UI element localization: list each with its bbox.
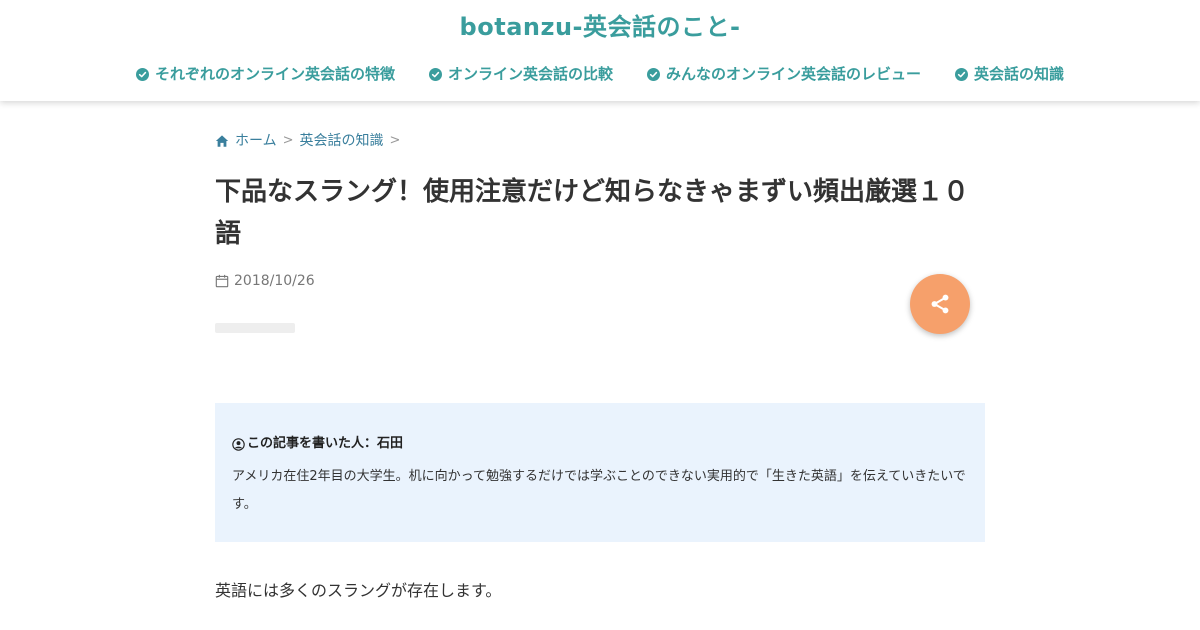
home-icon [215, 135, 229, 147]
nav-item-label: みんなのオンライン英会話のレビュー [666, 65, 922, 83]
global-nav: それぞれのオンライン英会話の特徴 オンライン英会話の比較 みんなのオンライン英会… [0, 63, 1200, 85]
article-title: 下品なスラング！使用注意だけど知らなきゃまずい頻出厳選１０語 [215, 177, 970, 249]
author-description: アメリカ在住2年目の大学生。机に向かって勉強するだけでは学ぶことのできない実用的… [232, 469, 966, 512]
nav-item-label: オンライン英会話の比較 [447, 65, 613, 83]
nav-item-label: 英会話の知識 [974, 65, 1065, 83]
calendar-icon [215, 274, 229, 288]
author-box: この記事を書いた人：石田 アメリカ在住2年目の大学生。机に向かって勉強するだけで… [215, 403, 985, 542]
author-heading: この記事を書いた人：石田 [232, 433, 968, 455]
check-circle-icon [647, 67, 660, 81]
share-icon [931, 294, 949, 314]
check-circle-icon [428, 67, 442, 81]
nav-item-comparison[interactable]: オンライン英会話の比較 [428, 63, 613, 85]
site-header: botanzu-英会話のこと- それぞれのオンライン英会話の特徴 オンライン英会… [0, 0, 1200, 101]
nav-item-reviews[interactable]: みんなのオンライン英会話のレビュー [647, 63, 921, 85]
loading-placeholder-bar [215, 323, 295, 333]
chevron-right-icon: > [389, 133, 401, 148]
chevron-right-icon: > [282, 133, 294, 148]
share-button[interactable] [910, 274, 970, 334]
breadcrumb: ホーム > 英会話の知識 > [215, 131, 400, 151]
site-title[interactable]: botanzu-英会話のこと- [0, 10, 1200, 44]
article-intro-paragraph: 英語には多くのスラングが存在します。 [215, 581, 502, 600]
post-date: 2018/10/26 [215, 271, 315, 291]
breadcrumb-category-link[interactable]: 英会話の知識 [300, 131, 384, 151]
nav-item-knowledge[interactable]: 英会話の知識 [955, 63, 1064, 85]
breadcrumb-home-link[interactable]: ホーム [235, 131, 277, 151]
nav-item-features[interactable]: それぞれのオンライン英会話の特徴 [135, 63, 395, 85]
nav-item-label: それぞれのオンライン英会話の特徴 [154, 65, 395, 83]
author-heading-text: この記事を書いた人：石田 [247, 436, 404, 451]
check-circle-icon [955, 67, 969, 81]
user-circle-icon [232, 437, 245, 451]
check-circle-icon [135, 67, 149, 81]
post-date-text: 2018/10/26 [234, 273, 315, 289]
